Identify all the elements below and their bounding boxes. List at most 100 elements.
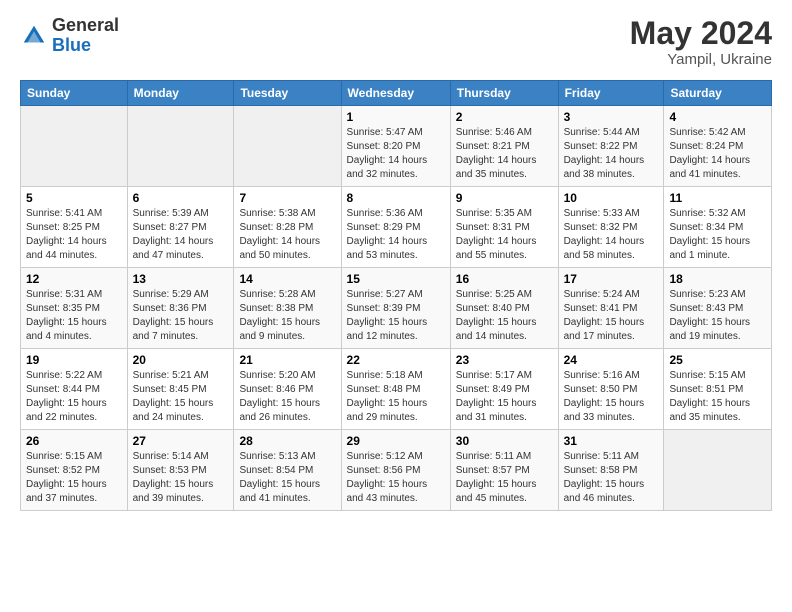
- day-info: Sunrise: 5:22 AM Sunset: 8:44 PM Dayligh…: [26, 369, 122, 425]
- day-info: Sunrise: 5:28 AM Sunset: 8:38 PM Dayligh…: [239, 288, 335, 344]
- day-cell: 8Sunrise: 5:36 AM Sunset: 8:29 PM Daylig…: [341, 187, 450, 268]
- day-info: Sunrise: 5:39 AM Sunset: 8:27 PM Dayligh…: [133, 207, 229, 263]
- day-cell: 4Sunrise: 5:42 AM Sunset: 8:24 PM Daylig…: [664, 106, 772, 187]
- day-number: 28: [239, 434, 335, 448]
- day-number: 31: [564, 434, 659, 448]
- day-number: 10: [564, 191, 659, 205]
- day-cell: 10 Sunrise: 5:33 AM Sunset: 8:32 PM Dayli…: [558, 187, 664, 268]
- day-cell: [664, 430, 772, 511]
- day-number: 21: [239, 353, 335, 367]
- day-cell: 23Sunrise: 5:17 AM Sunset: 8:49 PM Dayli…: [450, 349, 558, 430]
- week-row-4: 19 Sunrise: 5:22 AM Sunset: 8:44 PM Dayli…: [21, 349, 772, 430]
- day-cell: 13Sunrise: 5:29 AM Sunset: 8:36 PM Dayli…: [127, 268, 234, 349]
- day-info: Sunrise: 5:27 AM Sunset: 8:39 PM Dayligh…: [347, 288, 445, 344]
- day-cell: 16 Sunrise: 5:25 AM Sunset: 8:40 PM Dayli…: [450, 268, 558, 349]
- logo-text: General Blue: [52, 16, 119, 56]
- day-cell: 5 Sunrise: 5:41 AM Sunset: 8:25 PM Daylig…: [21, 187, 128, 268]
- day-cell: 30 Sunrise: 5:11 AM Sunset: 8:57 PM Dayli…: [450, 430, 558, 511]
- day-number: 20: [133, 353, 229, 367]
- day-number: 8: [347, 191, 445, 205]
- header-day-monday: Monday: [127, 81, 234, 106]
- logo: General Blue: [20, 16, 119, 56]
- day-number: 25: [669, 353, 766, 367]
- day-info: Sunrise: 5:47 AM Sunset: 8:20 PM Dayligh…: [347, 126, 445, 182]
- day-info: Sunrise: 5:25 AM Sunset: 8:40 PM Dayligh…: [456, 288, 553, 344]
- header-day-friday: Friday: [558, 81, 664, 106]
- day-cell: 9Sunrise: 5:35 AM Sunset: 8:31 PM Daylig…: [450, 187, 558, 268]
- page: General Blue May 2024 Yampil, Ukraine Su…: [0, 0, 792, 521]
- day-cell: 12 Sunrise: 5:31 AM Sunset: 8:35 PM Dayli…: [21, 268, 128, 349]
- calendar-header: SundayMondayTuesdayWednesdayThursdayFrid…: [21, 81, 772, 106]
- location: Yampil, Ukraine: [630, 51, 772, 68]
- logo-icon: [20, 22, 48, 50]
- day-cell: 22Sunrise: 5:18 AM Sunset: 8:48 PM Dayli…: [341, 349, 450, 430]
- day-info: Sunrise: 5:46 AM Sunset: 8:21 PM Dayligh…: [456, 126, 553, 182]
- day-number: 17: [564, 272, 659, 286]
- day-info: Sunrise: 5:35 AM Sunset: 8:31 PM Dayligh…: [456, 207, 553, 263]
- week-row-3: 12 Sunrise: 5:31 AM Sunset: 8:35 PM Dayli…: [21, 268, 772, 349]
- day-cell: 7 Sunrise: 5:38 AM Sunset: 8:28 PM Daylig…: [234, 187, 341, 268]
- logo-general-text: General: [52, 16, 119, 36]
- day-number: 30: [456, 434, 553, 448]
- day-cell: 18 Sunrise: 5:23 AM Sunset: 8:43 PM Dayli…: [664, 268, 772, 349]
- day-cell: 21 Sunrise: 5:20 AM Sunset: 8:46 PM Dayli…: [234, 349, 341, 430]
- day-cell: 29 Sunrise: 5:12 AM Sunset: 8:56 PM Dayli…: [341, 430, 450, 511]
- day-info: Sunrise: 5:15 AM Sunset: 8:51 PM Dayligh…: [669, 369, 766, 425]
- day-info: Sunrise: 5:12 AM Sunset: 8:56 PM Dayligh…: [347, 450, 445, 506]
- day-cell: 14 Sunrise: 5:28 AM Sunset: 8:38 PM Dayli…: [234, 268, 341, 349]
- day-info: Sunrise: 5:31 AM Sunset: 8:35 PM Dayligh…: [26, 288, 122, 344]
- day-number: 7: [239, 191, 335, 205]
- day-number: 19: [26, 353, 122, 367]
- day-cell: 6Sunrise: 5:39 AM Sunset: 8:27 PM Daylig…: [127, 187, 234, 268]
- day-number: 26: [26, 434, 122, 448]
- day-info: Sunrise: 5:11 AM Sunset: 8:57 PM Dayligh…: [456, 450, 553, 506]
- day-cell: 15 Sunrise: 5:27 AM Sunset: 8:39 PM Dayli…: [341, 268, 450, 349]
- day-cell: [127, 106, 234, 187]
- day-number: 4: [669, 110, 766, 124]
- header-day-wednesday: Wednesday: [341, 81, 450, 106]
- day-info: Sunrise: 5:11 AM Sunset: 8:58 PM Dayligh…: [564, 450, 659, 506]
- day-number: 5: [26, 191, 122, 205]
- day-info: Sunrise: 5:16 AM Sunset: 8:50 PM Dayligh…: [564, 369, 659, 425]
- calendar-table: SundayMondayTuesdayWednesdayThursdayFrid…: [20, 80, 772, 511]
- day-cell: 11Sunrise: 5:32 AM Sunset: 8:34 PM Dayli…: [664, 187, 772, 268]
- day-info: Sunrise: 5:20 AM Sunset: 8:46 PM Dayligh…: [239, 369, 335, 425]
- day-info: Sunrise: 5:33 AM Sunset: 8:32 PM Dayligh…: [564, 207, 659, 263]
- day-number: 29: [347, 434, 445, 448]
- day-number: 13: [133, 272, 229, 286]
- logo-blue-text: Blue: [52, 36, 119, 56]
- day-number: 15: [347, 272, 445, 286]
- day-cell: 2Sunrise: 5:46 AM Sunset: 8:21 PM Daylig…: [450, 106, 558, 187]
- day-number: 1: [347, 110, 445, 124]
- week-row-1: 1 Sunrise: 5:47 AM Sunset: 8:20 PM Daylig…: [21, 106, 772, 187]
- header: General Blue May 2024 Yampil, Ukraine: [20, 16, 772, 68]
- header-day-saturday: Saturday: [664, 81, 772, 106]
- day-cell: [234, 106, 341, 187]
- week-row-2: 5 Sunrise: 5:41 AM Sunset: 8:25 PM Daylig…: [21, 187, 772, 268]
- day-number: 24: [564, 353, 659, 367]
- day-info: Sunrise: 5:24 AM Sunset: 8:41 PM Dayligh…: [564, 288, 659, 344]
- day-cell: 20Sunrise: 5:21 AM Sunset: 8:45 PM Dayli…: [127, 349, 234, 430]
- day-cell: 25 Sunrise: 5:15 AM Sunset: 8:51 PM Dayli…: [664, 349, 772, 430]
- day-number: 23: [456, 353, 553, 367]
- day-number: 16: [456, 272, 553, 286]
- day-number: 14: [239, 272, 335, 286]
- day-info: Sunrise: 5:44 AM Sunset: 8:22 PM Dayligh…: [564, 126, 659, 182]
- day-info: Sunrise: 5:15 AM Sunset: 8:52 PM Dayligh…: [26, 450, 122, 506]
- day-info: Sunrise: 5:23 AM Sunset: 8:43 PM Dayligh…: [669, 288, 766, 344]
- day-info: Sunrise: 5:32 AM Sunset: 8:34 PM Dayligh…: [669, 207, 766, 263]
- day-cell: 26 Sunrise: 5:15 AM Sunset: 8:52 PM Dayli…: [21, 430, 128, 511]
- day-cell: 31 Sunrise: 5:11 AM Sunset: 8:58 PM Dayli…: [558, 430, 664, 511]
- day-info: Sunrise: 5:13 AM Sunset: 8:54 PM Dayligh…: [239, 450, 335, 506]
- day-info: Sunrise: 5:41 AM Sunset: 8:25 PM Dayligh…: [26, 207, 122, 263]
- day-number: 12: [26, 272, 122, 286]
- day-cell: 27Sunrise: 5:14 AM Sunset: 8:53 PM Dayli…: [127, 430, 234, 511]
- day-cell: 19 Sunrise: 5:22 AM Sunset: 8:44 PM Dayli…: [21, 349, 128, 430]
- day-cell: 3Sunrise: 5:44 AM Sunset: 8:22 PM Daylig…: [558, 106, 664, 187]
- calendar-body: 1 Sunrise: 5:47 AM Sunset: 8:20 PM Daylig…: [21, 106, 772, 511]
- day-info: Sunrise: 5:38 AM Sunset: 8:28 PM Dayligh…: [239, 207, 335, 263]
- day-cell: 17 Sunrise: 5:24 AM Sunset: 8:41 PM Dayli…: [558, 268, 664, 349]
- header-day-thursday: Thursday: [450, 81, 558, 106]
- day-info: Sunrise: 5:14 AM Sunset: 8:53 PM Dayligh…: [133, 450, 229, 506]
- day-number: 18: [669, 272, 766, 286]
